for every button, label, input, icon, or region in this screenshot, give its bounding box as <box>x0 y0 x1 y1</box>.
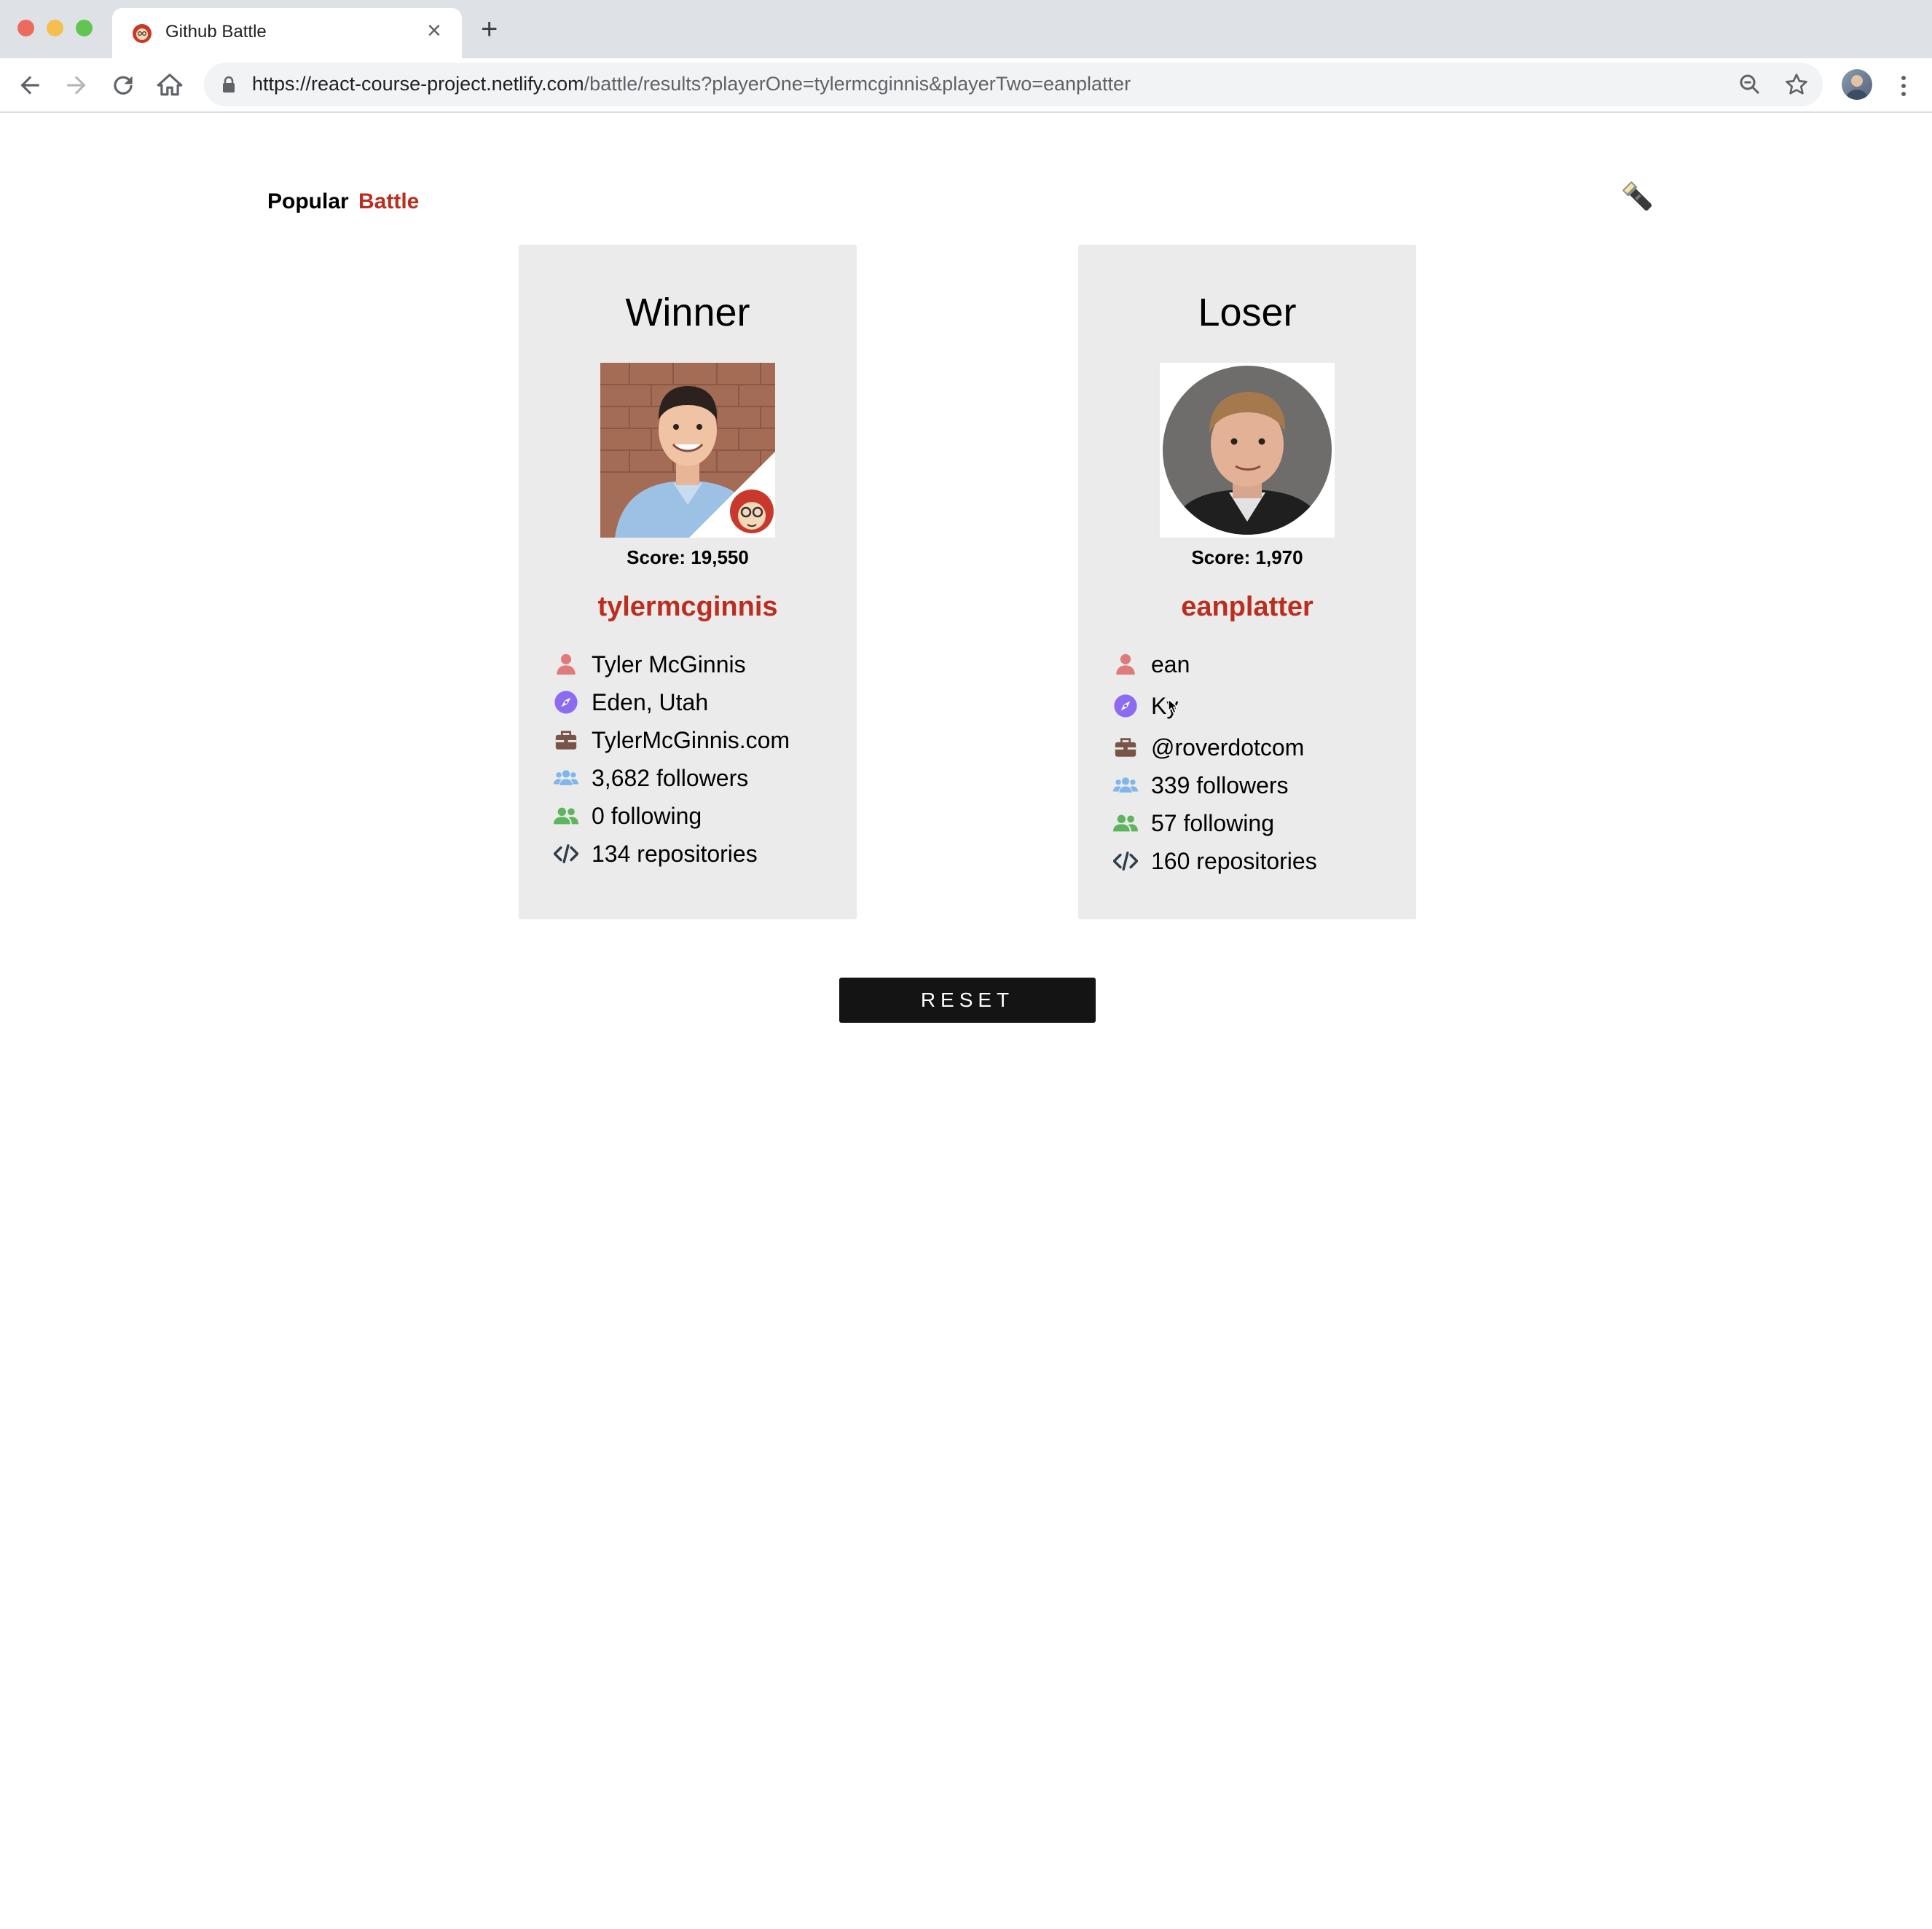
player-followers: 339 followers <box>1151 771 1289 798</box>
player-followers-item: 3,682 followers <box>554 759 790 797</box>
player-login-link[interactable]: eanplatter <box>1078 592 1416 623</box>
url-text: https://react-course-project.netlify.com… <box>252 73 1131 95</box>
compass-icon <box>1113 694 1138 718</box>
player-info-list: Tyler McGinnis Eden, Utah TylerMcGinnis.… <box>554 645 790 873</box>
users-icon <box>1113 773 1138 798</box>
player-name: ean <box>1151 651 1190 677</box>
avatar <box>1160 363 1335 538</box>
user-friends-icon <box>554 804 578 828</box>
zoom-icon[interactable] <box>1737 71 1763 98</box>
window-minimize-button[interactable] <box>47 20 63 36</box>
player-following: 0 following <box>592 802 702 829</box>
back-icon[interactable] <box>16 71 44 99</box>
code-icon <box>1113 849 1138 873</box>
code-icon <box>554 841 578 866</box>
player-info-list: ean Ky @roverdotcom 339 followers 57 fol… <box>1113 645 1317 880</box>
browser-menu-icon[interactable] <box>1893 73 1915 99</box>
player-score: Score: 19,550 <box>627 546 749 568</box>
lock-icon <box>221 76 236 93</box>
card-header: Loser <box>1198 291 1297 334</box>
player-login-link[interactable]: tylermcginnis <box>519 592 857 623</box>
player-following: 57 following <box>1151 809 1274 836</box>
bookmark-star-icon[interactable] <box>1783 71 1810 98</box>
tab-close-icon[interactable]: × <box>427 18 441 43</box>
flashlight-icon[interactable] <box>1619 178 1660 219</box>
player-company: @roverdotcom <box>1151 734 1305 761</box>
nav-battle-link[interactable]: Battle <box>358 189 419 214</box>
player-repositories-item: 134 repositories <box>554 835 790 873</box>
player-score: Score: 1,970 <box>1191 546 1303 568</box>
window-close-button[interactable] <box>17 20 34 36</box>
nav-popular-link[interactable]: Popular <box>267 189 349 214</box>
player-repositories-item: 160 repositories <box>1113 842 1317 880</box>
player-repositories: 160 repositories <box>1151 847 1317 874</box>
forward-icon[interactable] <box>63 71 90 99</box>
avatar <box>600 363 775 538</box>
user-icon <box>1113 652 1138 677</box>
card-header: Winner <box>625 291 750 334</box>
compass-icon <box>554 690 578 715</box>
briefcase-icon <box>1113 735 1138 760</box>
player-following-item: 57 following <box>1113 804 1317 842</box>
player-followers-item: 339 followers <box>1113 766 1317 804</box>
player-card-loser: Loser Score: 1,970 eanplatter ean Ky @ro… <box>1078 245 1416 919</box>
player-name-item: Tyler McGinnis <box>554 645 790 683</box>
new-tab-icon[interactable]: + <box>481 15 498 44</box>
player-followers: 3,682 followers <box>592 764 749 791</box>
player-location-item: Eden, Utah <box>554 683 790 721</box>
reload-icon[interactable] <box>109 71 137 99</box>
browser-toolbar: https://react-course-project.netlify.com… <box>0 58 1932 113</box>
briefcase-icon <box>554 728 578 753</box>
player-location: Eden, Utah <box>592 688 709 715</box>
browser-tab[interactable]: Github Battle × <box>112 8 462 58</box>
url-path: /battle/results?playerOne=tylermcginnis&… <box>584 73 1131 95</box>
player-name: Tyler McGinnis <box>592 651 746 677</box>
favicon-icon <box>132 23 152 44</box>
url-host: https://react-course-project.netlify.com <box>252 73 584 95</box>
player-company: TylerMcGinnis.com <box>592 726 790 753</box>
profile-avatar[interactable] <box>1842 69 1872 100</box>
user-icon <box>554 652 578 677</box>
player-company-item: TylerMcGinnis.com <box>554 721 790 759</box>
reset-button[interactable]: RESET <box>839 978 1096 1023</box>
player-name-item: ean <box>1113 645 1317 683</box>
users-icon <box>554 766 578 790</box>
address-bar[interactable]: https://react-course-project.netlify.com… <box>204 63 1823 106</box>
tab-title: Github Battle <box>165 22 267 42</box>
home-icon[interactable] <box>156 71 184 99</box>
player-location-item: Ky <box>1113 683 1317 728</box>
mouse-cursor-icon <box>1166 698 1180 718</box>
player-following-item: 0 following <box>554 797 790 835</box>
player-company-item: @roverdotcom <box>1113 728 1317 766</box>
browser-titlebar: Github Battle × + <box>0 0 1932 58</box>
player-repositories: 134 repositories <box>592 840 758 867</box>
user-friends-icon <box>1113 811 1138 836</box>
window-zoom-button[interactable] <box>76 20 93 36</box>
player-card-winner: Winner Score: 19,550 tylermcginnis Tyler… <box>519 245 857 919</box>
